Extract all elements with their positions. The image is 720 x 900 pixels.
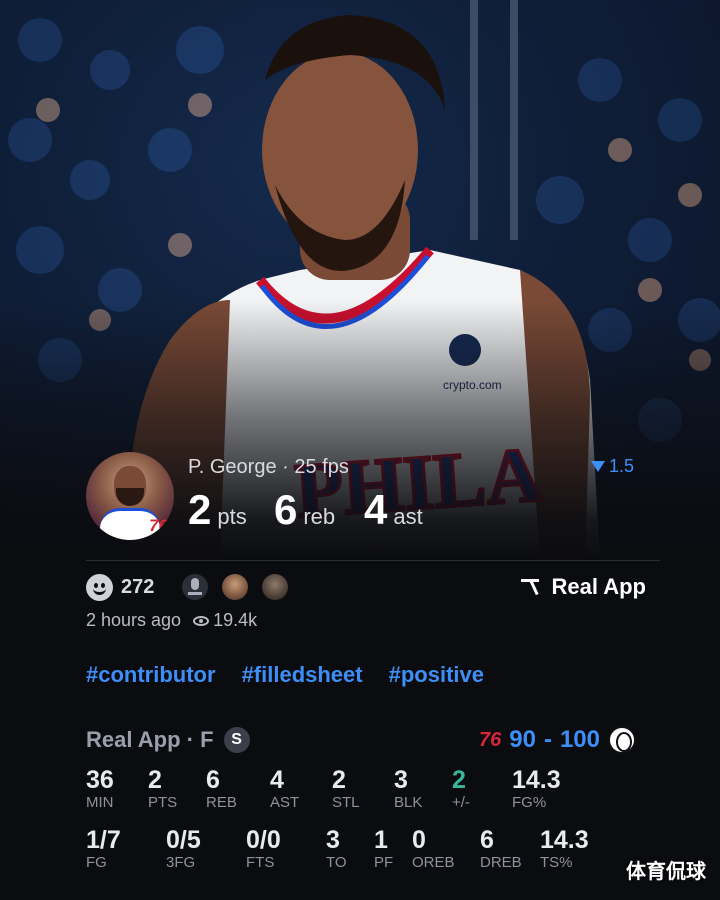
stat-cell: 1 PF <box>374 826 412 872</box>
hashtag-list: #contributor #filledsheet #positive <box>86 662 484 688</box>
watermark: 体育侃球 <box>626 861 706 883</box>
stat-value: 36 <box>86 766 114 794</box>
player-summary[interactable]: 76 P. George · 25 fps 1.5 2 pts 6 reb 4 … <box>86 452 646 548</box>
stat-label: PTS <box>148 794 178 811</box>
stat-value: 1 <box>374 826 388 854</box>
reb-stat: 6 reb <box>274 486 335 534</box>
stat-value: 2 <box>148 766 162 794</box>
ast-stat: 4 ast <box>364 486 423 534</box>
stat-label: OREB <box>412 854 455 871</box>
real-app-label: Real App <box>551 574 646 599</box>
stat-label: TO <box>326 854 347 871</box>
eye-icon <box>193 615 210 626</box>
hashtag[interactable]: #contributor <box>86 662 216 688</box>
stat-value: 4 <box>270 766 284 794</box>
pts-label: pts <box>217 504 247 529</box>
stat-cell: 14.3 FG% <box>512 766 602 812</box>
stat-value: 14.3 <box>540 826 589 854</box>
view-count: 19.4k <box>213 610 258 630</box>
stat-value: 0/0 <box>246 826 281 854</box>
stat-value: 2 <box>452 766 466 794</box>
score-team-a: 90 <box>509 726 536 753</box>
stat-value: 2 <box>332 766 346 794</box>
stat-cell: 2 +/- <box>452 766 512 812</box>
ast-label: ast <box>393 504 423 529</box>
stat-label: FTS <box>246 854 275 871</box>
stat-cell: 2 STL <box>332 766 394 812</box>
reactor-avatar-icon[interactable] <box>222 574 249 600</box>
trend-down-icon <box>590 461 605 472</box>
trend-indicator: 1.5 <box>590 456 634 477</box>
stat-value: 1/7 <box>86 826 121 854</box>
pts-value: 2 <box>188 486 212 533</box>
reb-value: 6 <box>274 486 298 533</box>
stat-value: 6 <box>206 766 220 794</box>
avatar-team-logo: 76 <box>149 516 168 535</box>
stat-label: BLK <box>394 794 423 811</box>
nets-logo-icon <box>608 726 636 754</box>
stat-cell: 1/7 FG <box>86 826 166 872</box>
sixers-logo-icon: 76 <box>479 728 502 751</box>
stat-value: 0 <box>412 826 426 854</box>
stat-label: PF <box>374 854 394 871</box>
stat-cell: 3 BLK <box>394 766 452 812</box>
stat-label: 3FG <box>166 854 196 871</box>
stat-value: 0/5 <box>166 826 201 854</box>
stat-cell: 36 MIN <box>86 766 148 812</box>
stat-label: FG <box>86 854 107 871</box>
microphone-icon[interactable] <box>182 574 209 600</box>
stat-cell: 0/5 3FG <box>166 826 246 872</box>
player-avatar[interactable]: 76 <box>86 452 174 540</box>
real-app-link[interactable]: Real App <box>521 574 646 600</box>
stat-label: TS% <box>540 854 573 871</box>
box-score-title: Real App · F <box>86 727 214 752</box>
reb-label: reb <box>303 504 336 529</box>
stat-cell: 3 TO <box>326 826 374 872</box>
trend-value: 1.5 <box>608 456 634 476</box>
stat-label: FG% <box>512 794 547 811</box>
time-ago: 2 hours ago <box>86 610 182 630</box>
stat-value: 3 <box>394 766 408 794</box>
divider <box>86 560 660 561</box>
hashtag[interactable]: #positive <box>389 662 484 688</box>
reactor-avatar-icon-2[interactable] <box>262 574 289 600</box>
smiley-reaction-icon[interactable] <box>86 573 113 601</box>
box-score-row-1: 36 MIN 2 PTS 6 REB 4 AST 2 STL 3 BLK 2 +/- 14.3… <box>86 766 646 812</box>
real-app-logo-icon <box>521 577 541 597</box>
player-name-line[interactable]: P. George · 25 fps <box>188 456 349 479</box>
reactions-row: 272 Real App <box>86 570 646 604</box>
stat-cell: 0 OREB <box>412 826 480 872</box>
score-team-b: 100 <box>559 726 600 753</box>
post-meta: 2 hours ago 19.4k <box>86 610 257 631</box>
game-score[interactable]: 76 90 - 100 <box>479 726 636 754</box>
score-separator: - <box>543 726 552 753</box>
stat-cell: 6 DREB <box>480 826 540 872</box>
stat-label: AST <box>270 794 300 811</box>
stat-label: STL <box>332 794 360 811</box>
stat-label: REB <box>206 794 237 811</box>
stat-label: MIN <box>86 794 114 811</box>
stat-cell: 0/0 FTS <box>246 826 326 872</box>
stat-cell: 14.3 TS% <box>540 826 630 872</box>
stat-cell: 4 AST <box>270 766 332 812</box>
box-score-row-2: 1/7 FG 0/5 3FG 0/0 FTS 3 TO 1 PF 0 OREB 6 DREB … <box>86 826 646 872</box>
hashtag[interactable]: #filledsheet <box>242 662 363 688</box>
stat-label: +/- <box>452 794 470 811</box>
stat-value: 6 <box>480 826 494 854</box>
box-score-header: Real App · F S 76 90 - 100 <box>86 724 636 756</box>
stat-cell: 6 REB <box>206 766 270 812</box>
stat-label: DREB <box>480 854 522 871</box>
starter-badge: S <box>223 727 250 753</box>
stat-value: 3 <box>326 826 340 854</box>
reaction-count: 272 <box>121 575 155 598</box>
stat-value: 14.3 <box>512 766 561 794</box>
ast-value: 4 <box>364 486 388 533</box>
stat-cell: 2 PTS <box>148 766 206 812</box>
pts-stat: 2 pts <box>188 486 247 534</box>
